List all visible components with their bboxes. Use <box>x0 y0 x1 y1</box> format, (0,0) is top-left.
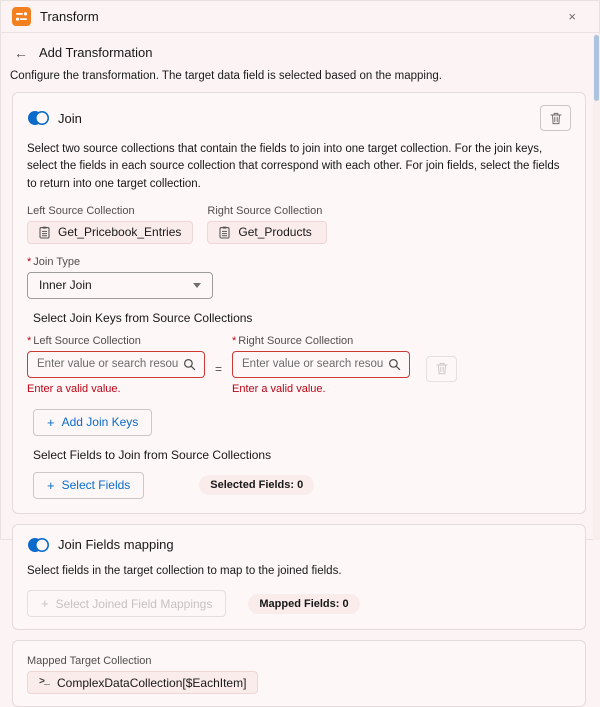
plus-icon: + <box>47 479 55 492</box>
join-fields-heading: Select Fields to Join from Source Collec… <box>33 448 571 462</box>
join-keys-row: *Left Source Collection Enter a valid va… <box>27 335 571 395</box>
mapped-target-pill[interactable]: >_ ComplexDataCollection[$EachItem] <box>27 671 258 694</box>
chevron-down-icon <box>193 283 201 288</box>
right-join-key-label: *Right Source Collection <box>232 335 410 347</box>
close-icon[interactable]: × <box>568 10 576 23</box>
add-join-keys-button[interactable]: + Add Join Keys <box>33 409 152 436</box>
required-asterisk: * <box>27 335 31 347</box>
join-type-select[interactable]: Inner Join <box>27 272 213 299</box>
join-keys-heading: Select Join Keys from Source Collections <box>33 311 571 325</box>
right-source-collection-field: Right Source Collection Get_Products <box>207 205 327 244</box>
right-source-pill[interactable]: Get_Products <box>207 221 327 244</box>
window-title: Transform <box>40 9 99 24</box>
window-titlebar: Transform × <box>0 0 600 33</box>
join-type-value: Inner Join <box>39 278 92 292</box>
terminal-prompt-icon: >_ <box>39 677 49 688</box>
collection-icon <box>219 226 230 239</box>
plus-icon: + <box>47 416 55 429</box>
mapped-target-card: Mapped Target Collection >_ ComplexDataC… <box>12 640 586 707</box>
selected-fields-badge: Selected Fields: 0 <box>199 475 314 495</box>
trash-icon <box>436 362 448 375</box>
delete-join-button[interactable] <box>540 105 571 131</box>
right-source-value: Get_Products <box>238 225 311 239</box>
mapped-fields-badge: Mapped Fields: 0 <box>248 594 359 614</box>
left-join-key-field: *Left Source Collection Enter a valid va… <box>27 335 205 395</box>
right-join-key-field: *Right Source Collection Enter a valid v… <box>232 335 410 395</box>
page-description: Configure the transformation. The target… <box>0 60 600 92</box>
join-type-field: *Join Type Inner Join <box>27 256 571 299</box>
right-join-key-input[interactable] <box>242 358 383 370</box>
mapping-description: Select fields in the target collection t… <box>27 563 571 580</box>
join-card-title: Join <box>58 111 82 126</box>
mapping-card-header: Join Fields mapping <box>27 537 571 553</box>
transform-glyph-icon <box>15 10 28 23</box>
join-type-label: *Join Type <box>27 256 571 268</box>
select-fields-button[interactable]: + Select Fields <box>33 472 144 499</box>
breadcrumb: ← Add Transformation <box>0 33 600 60</box>
delete-join-key-button[interactable] <box>426 356 457 382</box>
search-icon[interactable] <box>383 358 405 371</box>
vertical-scrollbar[interactable] <box>593 34 600 540</box>
mapping-actions-row: + Select Joined Field Mappings Mapped Fi… <box>27 590 571 617</box>
mapped-target-label: Mapped Target Collection <box>27 655 571 667</box>
right-source-label: Right Source Collection <box>207 205 327 217</box>
right-join-key-error: Enter a valid value. <box>232 383 410 395</box>
left-source-collection-field: Left Source Collection Get_Pricebook_Ent… <box>27 205 193 244</box>
join-description: Select two source collections that conta… <box>27 141 571 193</box>
join-card-header: Join <box>27 105 571 131</box>
trash-icon <box>550 112 562 125</box>
page-title: Add Transformation <box>39 45 152 60</box>
left-join-key-error: Enter a valid value. <box>27 383 205 395</box>
left-source-value: Get_Pricebook_Entries <box>58 225 181 239</box>
select-joined-field-mappings-button[interactable]: + Select Joined Field Mappings <box>27 590 226 617</box>
left-source-pill[interactable]: Get_Pricebook_Entries <box>27 221 193 244</box>
collection-icon <box>39 226 50 239</box>
mapped-target-value: ComplexDataCollection[$EachItem] <box>57 676 246 690</box>
equals-sign: = <box>215 362 222 376</box>
right-join-key-input-box <box>232 351 410 378</box>
transform-app-icon <box>12 7 31 26</box>
left-join-key-label: *Left Source Collection <box>27 335 205 347</box>
required-asterisk: * <box>27 256 31 268</box>
left-source-label: Left Source Collection <box>27 205 193 217</box>
join-venn-icon <box>27 110 50 126</box>
scrollbar-thumb[interactable] <box>594 35 599 101</box>
back-button[interactable]: ← <box>14 46 28 60</box>
left-join-key-input[interactable] <box>37 358 178 370</box>
source-collections-row: Left Source Collection Get_Pricebook_Ent… <box>27 205 571 244</box>
join-card: Join Select two source collections that … <box>12 92 586 514</box>
left-join-key-input-box <box>27 351 205 378</box>
required-asterisk: * <box>232 335 236 347</box>
join-venn-icon <box>27 537 50 553</box>
search-icon[interactable] <box>178 358 200 371</box>
add-join-keys-row: + Add Join Keys <box>33 409 571 436</box>
select-fields-row: + Select Fields Selected Fields: 0 <box>33 472 571 499</box>
plus-icon: + <box>41 597 49 610</box>
